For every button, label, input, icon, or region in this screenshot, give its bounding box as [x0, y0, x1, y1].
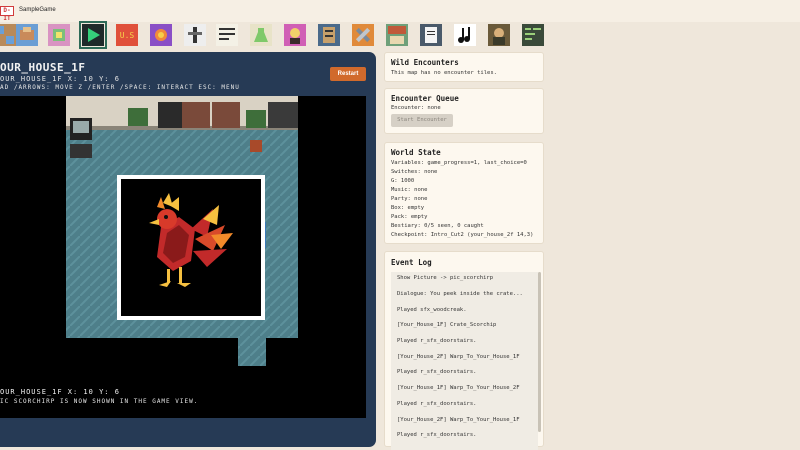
world-state-pack: Pack: empty: [391, 214, 428, 220]
world-state-title: World State: [391, 148, 441, 157]
gallery-tool-icon[interactable]: [488, 24, 510, 46]
log-entry: Show Picture -> pic_scorchirp: [397, 275, 494, 281]
game-panel: OUR_HOUSE_1F OUR_HOUSE_1F X: 10 Y: 6 AD …: [0, 52, 376, 447]
world-state-checkpoint: Checkpoint: Intro_Cut2 (your_house_2f 14…: [391, 232, 534, 238]
map-title: OUR_HOUSE_1F: [0, 61, 86, 74]
sprite-editor-tool-icon[interactable]: [16, 24, 38, 46]
log-entry: Played r_sfx_doorstairs.: [397, 432, 477, 438]
world-state-music: Music: none: [391, 187, 428, 193]
log-entry: Played r_sfx_doorstairs.: [397, 369, 477, 375]
position-readout: OUR_HOUSE_1F X: 10 Y: 6: [0, 75, 120, 83]
event-log-list[interactable]: Show Picture -> pic_scorchirp Dialogue: …: [391, 272, 538, 450]
world-state-party: Party: none: [391, 196, 428, 202]
app-badge: D-IT: [0, 6, 14, 22]
world-state-variables: Variables: game_progress=1, last_choice=…: [391, 160, 527, 166]
encounter-queue-title: Encounter Queue: [391, 94, 459, 103]
log-entry: [Your_House_1F] Warp_To_Your_House_2F: [397, 385, 520, 391]
event-log-scrollbar[interactable]: [538, 272, 541, 432]
world-state-bestiary: Bestiary: 0/5 seen, 0 caught: [391, 223, 484, 229]
game-viewport[interactable]: [0, 96, 366, 418]
restart-button[interactable]: Restart: [330, 67, 366, 81]
world-state-gold: G: 1000: [391, 178, 415, 184]
start-encounter-button[interactable]: Start Encounter: [391, 114, 453, 127]
effects-tool-icon[interactable]: [150, 24, 172, 46]
characters-tool-icon[interactable]: [284, 24, 306, 46]
log-entry: [Your_House_2F] Warp_To_Your_House_1F: [397, 417, 520, 423]
scripts-tool-icon[interactable]: [318, 24, 340, 46]
bottom-position-readout: OUR_HOUSE_1F X: 10 Y: 6: [0, 388, 120, 396]
fx-tool-icon[interactable]: U.S: [116, 24, 138, 46]
wild-encounters-text: This map has no encounter tiles.: [391, 70, 497, 76]
items-tool-icon[interactable]: [250, 24, 272, 46]
toolbar: U.S: [0, 21, 560, 49]
world-state-box: Box: empty: [391, 205, 425, 211]
code-tool-icon[interactable]: [522, 24, 544, 46]
scorchirp-sprite: [121, 179, 261, 316]
tools-tool-icon[interactable]: [352, 24, 374, 46]
event-log-title: Event Log: [391, 258, 432, 267]
log-entry: [Your_House_1F] Crate_Scorchip: [397, 322, 497, 328]
tileset-tool-icon[interactable]: [0, 24, 16, 46]
svg-text:U.S: U.S: [120, 31, 135, 40]
wild-encounters-panel: Wild Encounters This map has no encounte…: [384, 52, 544, 82]
top-bar: D-IT SampleGame: [0, 0, 800, 22]
app-title: SampleGame: [19, 7, 56, 13]
world-state-panel: World State Variables: game_progress=1, …: [384, 142, 544, 244]
animation-tool-icon[interactable]: [184, 24, 206, 46]
encounter-queue-text: Encounter: none: [391, 105, 441, 111]
scorchirp-image: [149, 193, 233, 287]
log-entry: Played r_sfx_doorstairs.: [397, 401, 477, 407]
music-tool-icon[interactable]: [454, 24, 476, 46]
controls-hint: AD /ARROWS: MOVE Z /ENTER /SPACE: INTERA…: [0, 84, 240, 91]
paint-tool-icon[interactable]: [48, 24, 70, 46]
picture-frame: [117, 175, 265, 320]
map-tool-icon[interactable]: [386, 24, 408, 46]
world-state-switches: Switches: none: [391, 169, 438, 175]
log-entry: Played r_sfx_doorstairs.: [397, 338, 477, 344]
log-entry: Played sfx_woodcreak.: [397, 307, 467, 313]
document-tool-icon[interactable]: [420, 24, 442, 46]
play-tool-icon[interactable]: [79, 21, 107, 49]
wild-encounters-title: Wild Encounters: [391, 58, 459, 67]
log-entry: Dialogue: You peek inside the crate...: [397, 291, 523, 297]
status-message: IC SCORCHIRP IS NOW SHOWN IN THE GAME VI…: [0, 398, 199, 405]
encounter-queue-panel: Encounter Queue Encounter: none Start En…: [384, 88, 544, 134]
dialogue-tool-icon[interactable]: [216, 24, 238, 46]
log-entry: [Your_House_2F] Warp_To_Your_House_1F: [397, 354, 520, 360]
event-log-panel: Event Log Show Picture -> pic_scorchirp …: [384, 251, 544, 450]
